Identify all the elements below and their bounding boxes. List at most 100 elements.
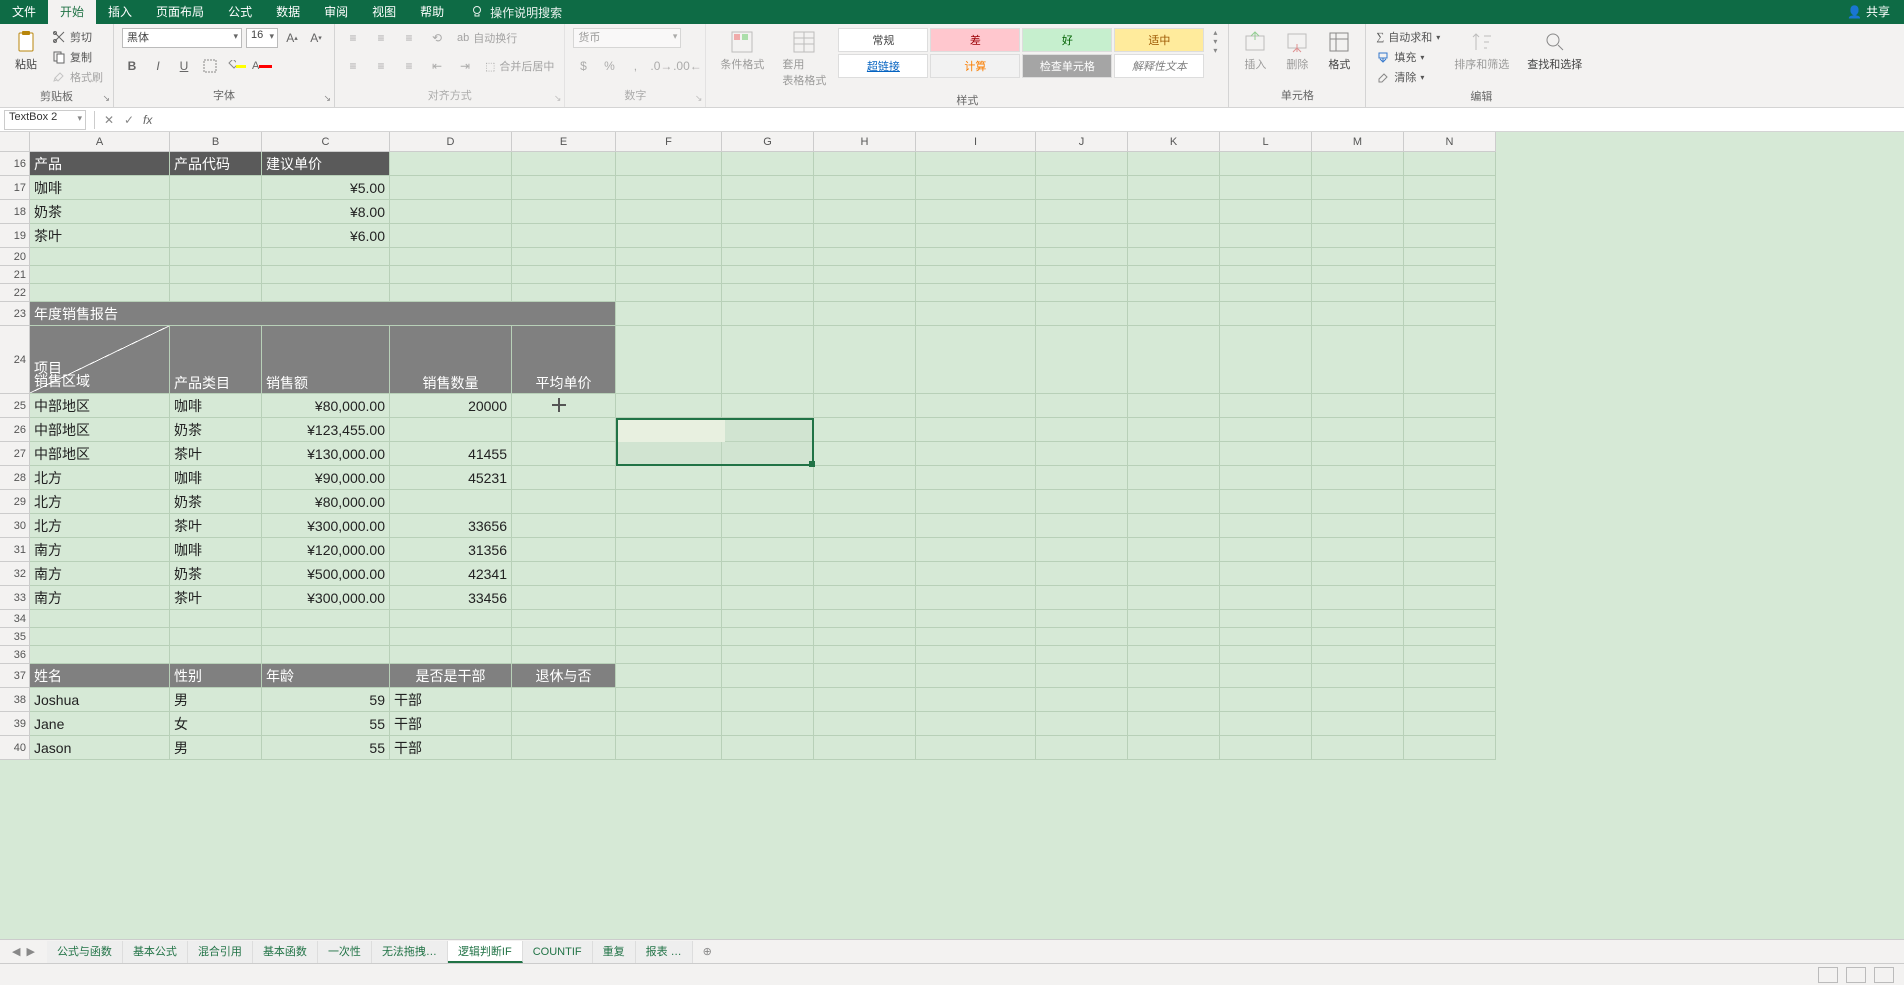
cell[interactable] (1404, 418, 1496, 442)
font-color-button[interactable]: A (252, 56, 272, 76)
cell[interactable] (722, 514, 814, 538)
cell[interactable] (1036, 562, 1128, 586)
cell[interactable] (1128, 200, 1220, 224)
sheet-tab[interactable]: 重复 (593, 941, 636, 963)
cell-data[interactable]: ¥6.00 (262, 224, 390, 248)
tab-nav-next[interactable]: ▶ (26, 945, 34, 958)
cell[interactable] (262, 646, 390, 664)
cell[interactable] (1312, 200, 1404, 224)
cell[interactable] (722, 326, 814, 394)
cell[interactable] (512, 610, 616, 628)
col-header-A[interactable]: A (30, 132, 170, 152)
cell[interactable] (916, 284, 1036, 302)
cell[interactable] (512, 442, 616, 466)
cell[interactable] (512, 646, 616, 664)
decrease-indent-button[interactable]: ⇤ (427, 56, 447, 76)
cell[interactable] (1128, 586, 1220, 610)
cell[interactable] (1404, 224, 1496, 248)
align-right-button[interactable]: ≡ (399, 56, 419, 76)
sheet-tab[interactable]: 公式与函数 (47, 941, 123, 963)
accept-formula-button[interactable]: ✓ (119, 113, 139, 127)
paste-button[interactable]: 粘贴 (8, 28, 44, 74)
copy-button[interactable]: 复制 (50, 48, 105, 66)
cell[interactable] (1404, 490, 1496, 514)
cell-data[interactable]: 男 (170, 736, 262, 760)
fill-button[interactable]: 填充▾ (1374, 48, 1442, 66)
alignment-launcher[interactable]: ↘ (554, 93, 562, 104)
cell[interactable] (1220, 490, 1312, 514)
cell-data[interactable]: 59 (262, 688, 390, 712)
cell[interactable] (616, 200, 722, 224)
number-launcher[interactable]: ↘ (695, 93, 703, 104)
cell[interactable] (916, 418, 1036, 442)
number-format-select[interactable]: 货币 (573, 28, 681, 48)
cell[interactable] (1128, 538, 1220, 562)
tab-nav-prev[interactable]: ◀ (12, 945, 20, 958)
cell[interactable] (1220, 224, 1312, 248)
col-header-L[interactable]: L (1220, 132, 1312, 152)
cell[interactable] (1404, 442, 1496, 466)
cell[interactable] (1128, 248, 1220, 266)
cell-data[interactable]: 退休与否 (512, 664, 616, 688)
row-header-26[interactable]: 26 (0, 418, 30, 442)
cell[interactable] (1404, 514, 1496, 538)
cell[interactable] (1128, 562, 1220, 586)
cell[interactable] (1312, 712, 1404, 736)
cell[interactable] (1128, 610, 1220, 628)
cell[interactable] (1128, 490, 1220, 514)
cell-data[interactable]: ¥300,000.00 (262, 586, 390, 610)
format-as-table-button[interactable]: 套用 表格格式 (776, 28, 832, 90)
cell[interactable] (390, 200, 512, 224)
cell[interactable] (616, 176, 722, 200)
cell[interactable] (1128, 176, 1220, 200)
cell[interactable] (814, 646, 916, 664)
cell[interactable] (170, 224, 262, 248)
cell[interactable] (616, 538, 722, 562)
cell[interactable] (1312, 442, 1404, 466)
row-header-23[interactable]: 23 (0, 302, 30, 326)
select-all-corner[interactable] (0, 132, 30, 152)
font-launcher[interactable]: ↘ (323, 93, 331, 104)
cell-data[interactable]: Jane (30, 712, 170, 736)
cell[interactable] (1312, 326, 1404, 394)
cell[interactable] (1404, 736, 1496, 760)
cell-data[interactable]: 销售数量 (390, 326, 512, 394)
menu-help[interactable]: 帮助 (408, 0, 456, 24)
cell[interactable] (814, 562, 916, 586)
cell[interactable] (1036, 490, 1128, 514)
cell[interactable] (814, 266, 916, 284)
cell[interactable] (1220, 394, 1312, 418)
align-center-button[interactable]: ≡ (371, 56, 391, 76)
cell[interactable] (30, 266, 170, 284)
cell[interactable] (1036, 302, 1128, 326)
cell[interactable] (1128, 152, 1220, 176)
styles-gallery-expand[interactable]: ▴▾▾ (1210, 28, 1220, 55)
cell-data[interactable]: 茶叶 (170, 514, 262, 538)
cell[interactable] (722, 284, 814, 302)
cell[interactable] (1220, 248, 1312, 266)
cell-data[interactable]: 茶叶 (170, 586, 262, 610)
cell[interactable] (262, 284, 390, 302)
cell[interactable] (1312, 302, 1404, 326)
cell-data[interactable]: 41455 (390, 442, 512, 466)
cell[interactable] (722, 586, 814, 610)
cell-data[interactable]: 北方 (30, 514, 170, 538)
cell[interactable] (1220, 736, 1312, 760)
cell-data[interactable]: 咖啡 (170, 466, 262, 490)
col-header-H[interactable]: H (814, 132, 916, 152)
cell[interactable] (916, 712, 1036, 736)
cell[interactable] (616, 646, 722, 664)
cell[interactable] (1312, 394, 1404, 418)
cell[interactable] (1220, 712, 1312, 736)
cell[interactable] (1404, 646, 1496, 664)
cell[interactable] (1128, 628, 1220, 646)
col-header-M[interactable]: M (1312, 132, 1404, 152)
cell[interactable] (916, 248, 1036, 266)
clear-button[interactable]: 清除▾ (1374, 68, 1442, 86)
cell[interactable] (1312, 490, 1404, 514)
cell[interactable] (916, 466, 1036, 490)
cell[interactable] (616, 248, 722, 266)
cell[interactable] (616, 664, 722, 688)
cell[interactable] (1220, 538, 1312, 562)
cell[interactable] (814, 664, 916, 688)
